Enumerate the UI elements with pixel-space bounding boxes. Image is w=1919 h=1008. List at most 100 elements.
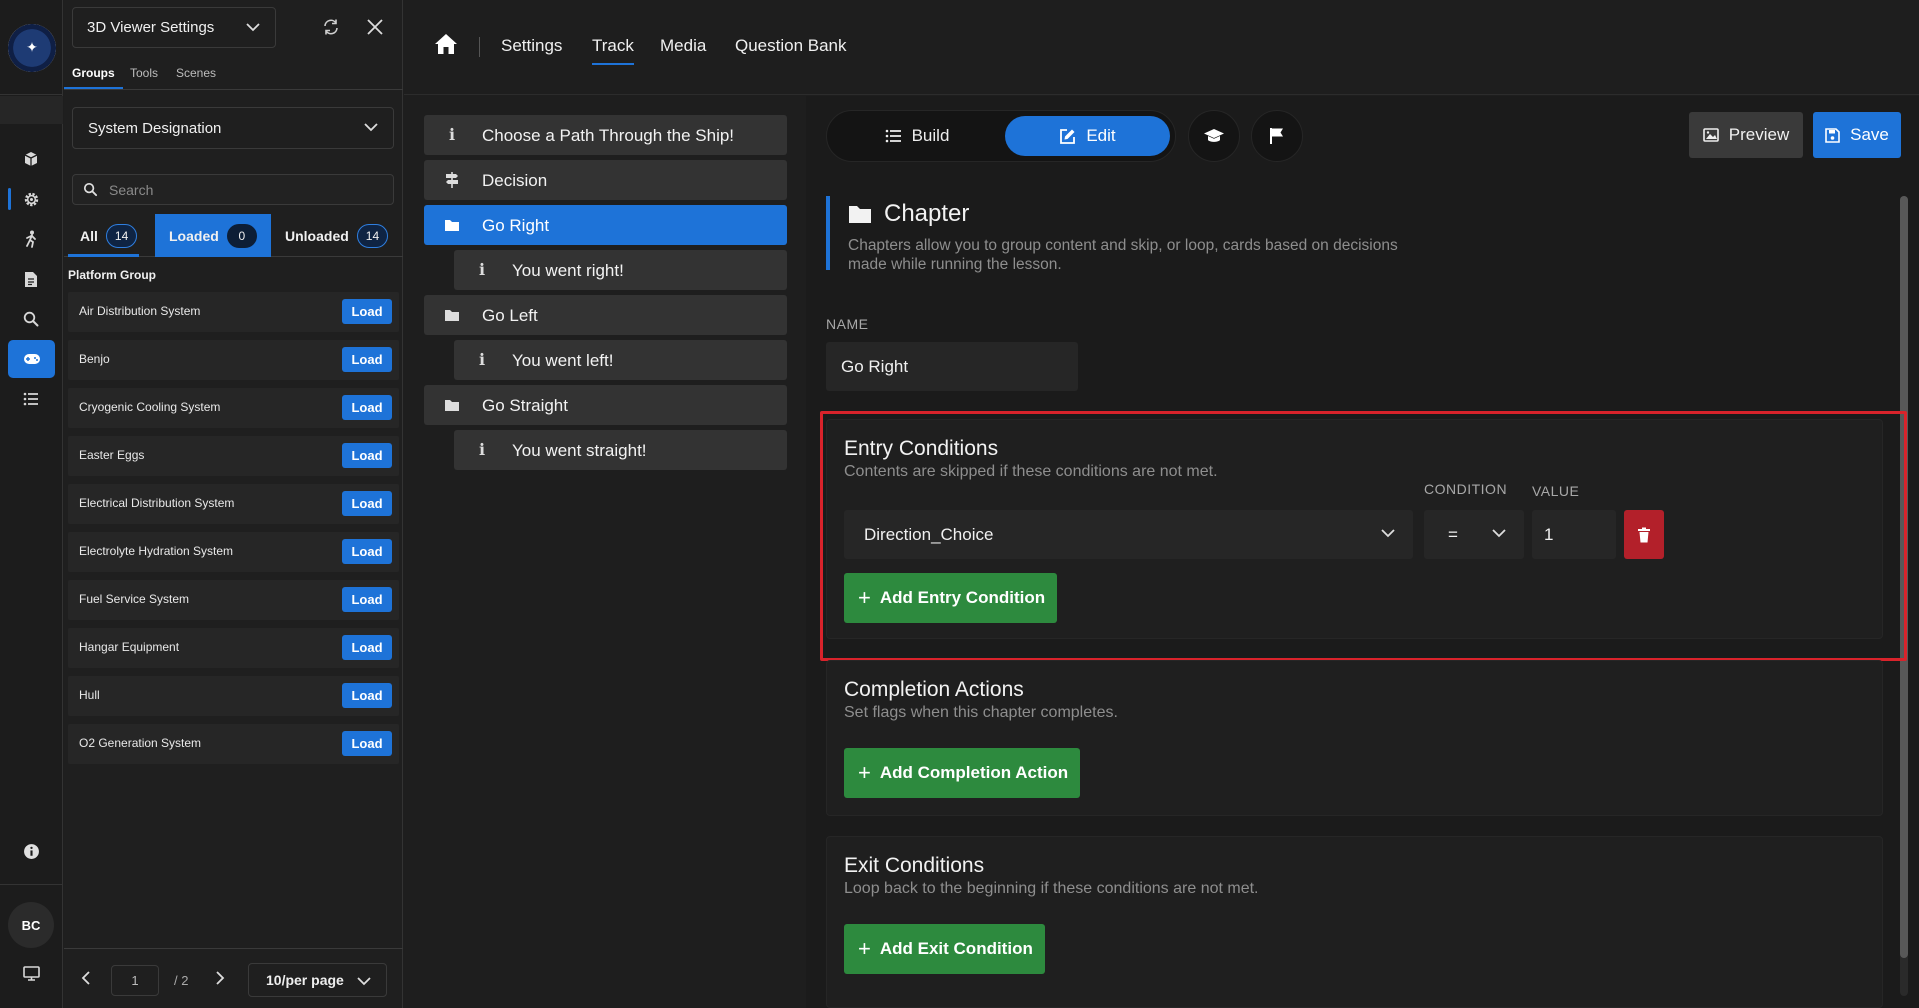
system-name: Easter Eggs: [79, 448, 145, 462]
viewer-settings-select[interactable]: 3D Viewer Settings: [72, 7, 276, 48]
group-title: Platform Group: [68, 268, 157, 282]
list-icon[interactable]: [18, 386, 44, 412]
cube-icon[interactable]: [18, 146, 44, 172]
nav-settings[interactable]: Settings: [501, 36, 562, 56]
exit-conditions-title: Exit Conditions: [844, 854, 985, 877]
load-button[interactable]: Load: [342, 491, 392, 516]
load-button[interactable]: Load: [342, 587, 392, 612]
load-button[interactable]: Load: [342, 635, 392, 660]
load-button[interactable]: Load: [342, 443, 392, 468]
document-icon[interactable]: [18, 266, 44, 292]
track-item-label: Go Left: [482, 306, 538, 325]
nav-question-bank[interactable]: Question Bank: [735, 36, 847, 56]
preview-button[interactable]: Preview: [1689, 112, 1803, 158]
name-label: NAME: [826, 316, 869, 332]
filter-unloaded[interactable]: Unloaded 14: [285, 214, 389, 257]
track-item-label: You went left!: [512, 351, 614, 370]
build-mode-label: Build: [911, 126, 950, 145]
search-input[interactable]: [109, 180, 379, 200]
list-item: Fuel Service System Load: [68, 580, 399, 620]
track-item[interactable]: ℹ You went left!: [454, 340, 787, 380]
gear-icon[interactable]: [8, 186, 44, 212]
chevron-down-icon: [363, 119, 379, 139]
load-button[interactable]: Load: [342, 395, 392, 420]
filter-all[interactable]: All 14: [67, 214, 140, 257]
track-item[interactable]: Go Left: [424, 295, 787, 335]
home-icon[interactable]: [434, 33, 458, 60]
edit-icon: [1060, 128, 1076, 144]
load-button[interactable]: Load: [342, 731, 392, 756]
completion-actions-subtitle: Set flags when this chapter completes.: [844, 704, 1118, 721]
filter-loaded[interactable]: Loaded 0: [155, 214, 271, 257]
track-item[interactable]: Decision: [424, 160, 787, 200]
folder-icon: [442, 305, 462, 325]
image-icon: [1702, 128, 1719, 142]
track-item-selected[interactable]: Go Right: [424, 205, 787, 245]
graduation-cap-icon[interactable]: [1188, 110, 1240, 162]
chevron-right-icon[interactable]: [214, 971, 226, 990]
monitor-icon[interactable]: [18, 960, 44, 986]
plus-icon: +: [858, 936, 871, 961]
page-number-input[interactable]: 1: [111, 965, 159, 996]
tab-groups[interactable]: Groups: [64, 66, 123, 89]
walking-person-icon[interactable]: [18, 226, 44, 252]
avatar[interactable]: BC: [8, 902, 54, 948]
edit-mode-button[interactable]: Edit: [1005, 116, 1170, 156]
system-list: Air Distribution System Load Benjo Load Cr…: [68, 292, 399, 772]
track-item-label: You went right!: [512, 261, 624, 280]
system-name: Hull: [79, 688, 100, 702]
track-item[interactable]: ℹ Choose a Path Through the Ship!: [424, 115, 787, 155]
per-page-select[interactable]: 10/per page: [248, 963, 387, 997]
track-item-label: Go Straight: [482, 396, 568, 415]
chevron-left-icon[interactable]: [80, 971, 92, 990]
nav-divider: [479, 37, 480, 57]
close-icon[interactable]: [364, 16, 386, 38]
flag-icon[interactable]: [1251, 110, 1303, 162]
filter-loaded-count: 0: [226, 223, 257, 248]
rail-divider-bottom: [0, 884, 63, 885]
folder-icon: [442, 215, 462, 235]
load-button[interactable]: Load: [342, 539, 392, 564]
tab-tools[interactable]: Tools: [130, 66, 158, 80]
pagination: 1 / 2 10/per page: [64, 948, 403, 1008]
system-designation-select[interactable]: System Designation: [72, 107, 394, 149]
track-item[interactable]: ℹ You went straight!: [454, 430, 787, 470]
list-item: Hangar Equipment Load: [68, 628, 399, 668]
per-page-label: 10/per page: [266, 972, 344, 988]
track-item-label: Decision: [482, 171, 548, 190]
filter-unloaded-label: Unloaded: [285, 227, 349, 244]
track-item[interactable]: Go Straight: [424, 385, 787, 425]
add-completion-action-button[interactable]: + Add Completion Action: [844, 748, 1081, 798]
groups-panel: 3D Viewer Settings Groups Tools Scenes S…: [64, 0, 403, 1008]
chevron-down-icon: [245, 19, 261, 39]
track-item-label: You went straight!: [512, 441, 647, 460]
list-item: Hull Load: [68, 676, 399, 716]
load-button[interactable]: Load: [342, 683, 392, 708]
build-mode-button[interactable]: Build: [832, 116, 1002, 156]
track-outline: ℹ Choose a Path Through the Ship! Decisi…: [404, 96, 806, 1008]
tab-scenes[interactable]: Scenes: [176, 66, 216, 80]
name-field[interactable]: Go Right: [826, 342, 1078, 391]
add-exit-condition-button[interactable]: + Add Exit Condition: [844, 924, 1045, 974]
search-icon[interactable]: [18, 306, 44, 332]
gamepad-icon[interactable]: [8, 340, 55, 378]
panel-subtabs: Groups Tools Scenes: [64, 62, 403, 90]
track-item[interactable]: ℹ You went right!: [454, 250, 787, 290]
completion-actions-title: Completion Actions: [844, 678, 1024, 701]
list-item: Air Distribution System Load: [68, 292, 399, 332]
load-button[interactable]: Load: [342, 299, 392, 324]
save-button[interactable]: Save: [1813, 112, 1901, 158]
system-name: O2 Generation System: [79, 736, 202, 750]
chapter-editor: Build Edit Preview Save Chapter Chapters…: [806, 96, 1919, 1008]
load-button[interactable]: Load: [342, 347, 392, 372]
system-name: Electrolyte Hydration System: [79, 544, 234, 558]
refresh-icon[interactable]: [320, 16, 342, 38]
nav-track[interactable]: Track: [592, 36, 634, 65]
nav-media[interactable]: Media: [660, 36, 706, 56]
plus-icon: +: [858, 760, 871, 785]
app-logo[interactable]: ✦: [8, 24, 56, 72]
filter-all-label: All: [80, 227, 98, 244]
load-filter-tabs: All 14 Loaded 0 Unloaded 14: [64, 214, 403, 257]
info-icon[interactable]: [18, 838, 44, 864]
system-designation-label: System Designation: [88, 119, 222, 137]
